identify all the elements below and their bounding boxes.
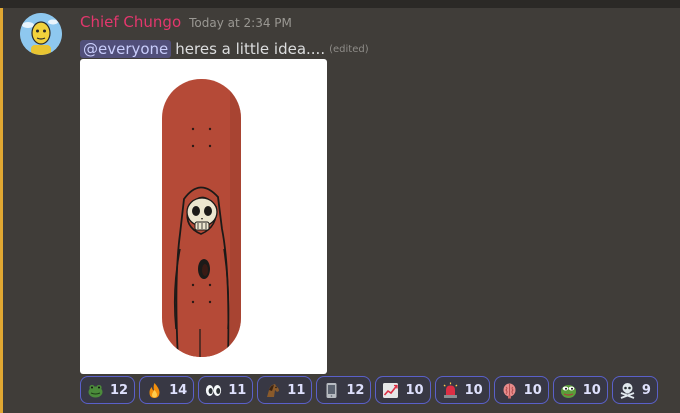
reaction-count: 12: [346, 382, 365, 398]
siren-icon: [442, 382, 459, 399]
tablet-icon: [323, 382, 340, 399]
reaction-count: 10: [464, 382, 483, 398]
reaction-pepe[interactable]: 10: [552, 376, 608, 404]
reaction-fire[interactable]: 14: [139, 376, 195, 404]
reaction-eyes[interactable]: 11: [198, 376, 254, 404]
edited-label: (edited): [329, 43, 369, 55]
reaction-skull-crossbones[interactable]: 9: [611, 376, 658, 404]
reaction-count: 9: [641, 382, 651, 398]
message-header: Chief Chungo Today at 2:34 PM: [80, 13, 292, 35]
skull-crossbones-icon: [619, 382, 636, 399]
reaction-tablet[interactable]: 12: [316, 376, 372, 404]
timestamp: Today at 2:34 PM: [189, 16, 292, 30]
reaction-count: 11: [287, 382, 306, 398]
horse-icon: [264, 382, 281, 399]
mention-everyone[interactable]: @everyone: [80, 40, 172, 58]
reaction-brain[interactable]: 10: [493, 376, 549, 404]
pepe-icon: [560, 382, 577, 399]
reaction-count: 14: [169, 382, 188, 398]
chat-message: Chief Chungo Today at 2:34 PM @everyone …: [3, 8, 680, 413]
reaction-chart-increasing[interactable]: 10: [375, 376, 431, 404]
reaction-horse[interactable]: 11: [257, 376, 313, 404]
reaction-count: 11: [228, 382, 247, 398]
reaction-frog[interactable]: 12: [80, 376, 136, 404]
reaction-siren[interactable]: 10: [434, 376, 490, 404]
brain-icon: [501, 382, 518, 399]
chart-increasing-icon: [382, 382, 399, 399]
reaction-count: 12: [110, 382, 129, 398]
skateboard-deck-image: [162, 79, 241, 357]
message-content: @everyone heres a little idea.... (edite…: [80, 38, 369, 60]
top-strip: [0, 0, 680, 8]
reaction-count: 10: [523, 382, 542, 398]
message-text: heres a little idea....: [175, 40, 326, 58]
eyes-icon: [205, 382, 222, 399]
avatar[interactable]: [20, 13, 62, 55]
fire-icon: [146, 382, 163, 399]
frog-icon: [87, 382, 104, 399]
username[interactable]: Chief Chungo: [80, 13, 181, 31]
image-attachment[interactable]: [80, 59, 327, 374]
reactions-bar: 12 14 11 11 12 10 10 10 10 9: [80, 376, 658, 404]
reaction-count: 10: [582, 382, 601, 398]
reaction-count: 10: [405, 382, 424, 398]
